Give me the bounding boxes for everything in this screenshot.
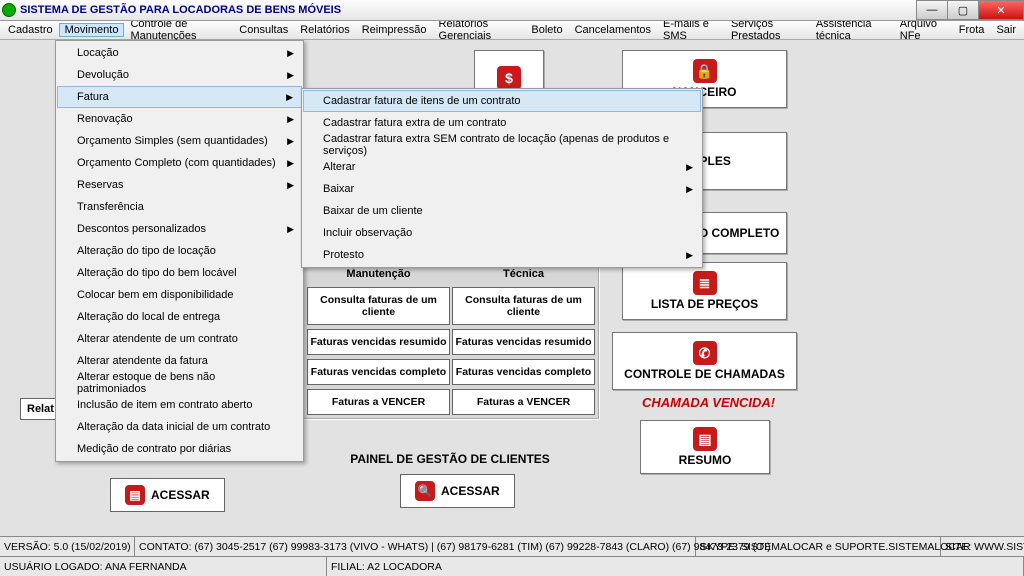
menuitem-colocar-bem-em-disponibilidade[interactable]: Colocar bem em disponibilidade xyxy=(57,284,302,306)
status-versao: VERSÃO: 5.0 (15/02/2019) xyxy=(0,537,135,556)
chevron-right-icon: ▶ xyxy=(686,184,693,195)
fatura-submenu: Cadastrar fatura de itens de um contrato… xyxy=(301,88,703,268)
menuitem-or-amento-completo-com-quantid[interactable]: Orçamento Completo (com quantidades)▶ xyxy=(57,152,302,174)
status-skype: SKYPE: SISTEMALOCAR e SUPORTE.SISTEMALOC… xyxy=(696,537,941,556)
subitem-alterar[interactable]: Alterar▶ xyxy=(303,156,701,178)
menu-relat-rios[interactable]: Relatórios xyxy=(294,23,356,37)
menuitem-altera-o-do-tipo-de-loca-o[interactable]: Alteração do tipo de locação xyxy=(57,240,302,262)
menubar: CadastroMovimentoControle de Manutenções… xyxy=(0,21,1024,40)
label: RESUMO xyxy=(679,453,732,467)
doc-icon: ▤ xyxy=(693,427,717,451)
fatura-btn[interactable]: Faturas vencidas resumido xyxy=(452,329,595,355)
fatura-btn[interactable]: Faturas a VENCER xyxy=(452,389,595,415)
menuitem-alterar-atendente-de-um-contra[interactable]: Alterar atendente de um contrato xyxy=(57,328,302,350)
minimize-button[interactable]: — xyxy=(916,0,948,20)
menu-consultas[interactable]: Consultas xyxy=(233,23,294,37)
fatura-btn[interactable]: Faturas vencidas resumido xyxy=(307,329,450,355)
menuitem-fatura[interactable]: Fatura▶ xyxy=(57,86,302,108)
menu-cadastro[interactable]: Cadastro xyxy=(2,23,59,37)
painel-clientes-title: PAINEL DE GESTÃO DE CLIENTES xyxy=(340,452,560,466)
menuitem-alterar-atendente-da-fatura[interactable]: Alterar atendente da fatura xyxy=(57,350,302,372)
fatura-btn[interactable]: Faturas a VENCER xyxy=(307,389,450,415)
lock-icon: 🔒 xyxy=(693,59,717,83)
list-icon: ≣ xyxy=(693,271,717,295)
chevron-right-icon: ▶ xyxy=(287,158,294,169)
subitem-baixar-de-um-cliente[interactable]: Baixar de um cliente xyxy=(303,200,701,222)
menu-boleto[interactable]: Boleto xyxy=(525,23,568,37)
subitem-incluir-observa-o[interactable]: Incluir observação xyxy=(303,222,701,244)
chamada-vencida-alert: CHAMADA VENCIDA! xyxy=(642,395,775,410)
fatura-btn[interactable]: Consulta faturas de um cliente xyxy=(452,287,595,325)
label: ACESSAR xyxy=(151,488,210,502)
button-lista-precos[interactable]: ≣ LISTA DE PREÇOS xyxy=(622,262,787,320)
subitem-cadastrar-fatura-de-itens-de-u[interactable]: Cadastrar fatura de itens de um contrato xyxy=(303,90,701,112)
button-controle-chamadas[interactable]: ✆ CONTROLE DE CHAMADAS xyxy=(612,332,797,390)
doc-icon: ▤ xyxy=(125,485,145,505)
acessar-button-2[interactable]: ▤ ACESSAR xyxy=(110,478,225,512)
menuitem-altera-o-da-data-inicial-de-um[interactable]: Alteração da data inicial de um contrato xyxy=(57,416,302,438)
menu-cancelamentos[interactable]: Cancelamentos xyxy=(569,23,657,37)
workspace: $ 🔒NANCEIRO SIMPLES ORÇAMENTO COMPLETO ≣… xyxy=(0,40,1024,538)
dollar-icon: $ xyxy=(497,66,521,90)
button-resumo[interactable]: ▤ RESUMO xyxy=(640,420,770,474)
menu-movimento[interactable]: Movimento xyxy=(59,23,125,37)
menuitem-renova-o[interactable]: Renovação▶ xyxy=(57,108,302,130)
chevron-right-icon: ▶ xyxy=(287,224,294,235)
acessar-clientes-button[interactable]: 🔍 ACESSAR xyxy=(400,474,515,508)
menu-frota[interactable]: Frota xyxy=(953,23,991,37)
chevron-right-icon: ▶ xyxy=(287,114,294,125)
chevron-right-icon: ▶ xyxy=(287,48,294,59)
chevron-right-icon: ▶ xyxy=(287,70,294,81)
fatura-btn[interactable]: Faturas vencidas completo xyxy=(452,359,595,385)
label: ACESSAR xyxy=(441,484,500,498)
menuitem-altera-o-do-tipo-do-bem-loc-ve[interactable]: Alteração do tipo do bem locável xyxy=(57,262,302,284)
menuitem-altera-o-do-local-de-entrega[interactable]: Alteração do local de entrega xyxy=(57,306,302,328)
subitem-cadastrar-fatura-extra-sem-con[interactable]: Cadastrar fatura extra SEM contrato de l… xyxy=(303,134,701,156)
menuitem-loca-o[interactable]: Locação▶ xyxy=(57,42,302,64)
close-button[interactable]: ✕ xyxy=(978,0,1024,20)
status-site: SITE: WWW.SISTEMALOCAR.COM.BR xyxy=(941,537,1024,556)
status-contato: CONTATO: (67) 3045-2517 (67) 99983-3173 … xyxy=(135,537,696,556)
subitem-baixar[interactable]: Baixar▶ xyxy=(303,178,701,200)
chevron-right-icon: ▶ xyxy=(686,250,693,261)
status-filial: FILIAL: A2 LOCADORA xyxy=(327,557,1024,576)
menuitem-descontos-personalizados[interactable]: Descontos personalizados▶ xyxy=(57,218,302,240)
menuitem-alterar-estoque-de-bens-n-o-pa[interactable]: Alterar estoque de bens não patrimoniado… xyxy=(57,372,302,394)
label: LISTA DE PREÇOS xyxy=(651,297,758,311)
app-icon xyxy=(2,3,16,17)
maximize-button[interactable]: ▢ xyxy=(947,0,979,20)
fatura-btn[interactable]: Consulta faturas de um cliente xyxy=(307,287,450,325)
movimento-menu: Locação▶Devolução▶Fatura▶Renovação▶Orçam… xyxy=(55,40,304,462)
faturas-panel: Locação, Extra e Manutenção Serviços e A… xyxy=(302,248,600,420)
menuitem-or-amento-simples-sem-quantida[interactable]: Orçamento Simples (sem quantidades)▶ xyxy=(57,130,302,152)
menuitem-reservas[interactable]: Reservas▶ xyxy=(57,174,302,196)
titlebar: SISTEMA DE GESTÃO PARA LOCADORAS DE BENS… xyxy=(0,0,1024,21)
subitem-protesto[interactable]: Protesto▶ xyxy=(303,244,701,266)
menu-reimpress-o[interactable]: Reimpressão xyxy=(356,23,433,37)
phone-icon: ✆ xyxy=(693,341,717,365)
menuitem-devolu-o[interactable]: Devolução▶ xyxy=(57,64,302,86)
menuitem-inclus-o-de-item-em-contrato-a[interactable]: Inclusão de item em contrato aberto xyxy=(57,394,302,416)
menuitem-transfer-ncia[interactable]: Transferência xyxy=(57,196,302,218)
fatura-btn[interactable]: Faturas vencidas completo xyxy=(307,359,450,385)
statusbar: VERSÃO: 5.0 (15/02/2019) CONTATO: (67) 3… xyxy=(0,536,1024,576)
label: CONTROLE DE CHAMADAS xyxy=(624,367,785,381)
search-icon: 🔍 xyxy=(415,481,435,501)
chevron-right-icon: ▶ xyxy=(287,180,294,191)
chevron-right-icon: ▶ xyxy=(286,92,293,103)
status-usuario: USUÁRIO LOGADO: ANA FERNANDA xyxy=(0,557,327,576)
window-title: SISTEMA DE GESTÃO PARA LOCADORAS DE BENS… xyxy=(20,4,341,16)
menuitem-medi-o-de-contrato-por-di-rias[interactable]: Medição de contrato por diárias xyxy=(57,438,302,460)
chevron-right-icon: ▶ xyxy=(287,136,294,147)
chevron-right-icon: ▶ xyxy=(686,162,693,173)
subitem-cadastrar-fatura-extra-de-um-c[interactable]: Cadastrar fatura extra de um contrato xyxy=(303,112,701,134)
menu-sair[interactable]: Sair xyxy=(990,23,1022,37)
